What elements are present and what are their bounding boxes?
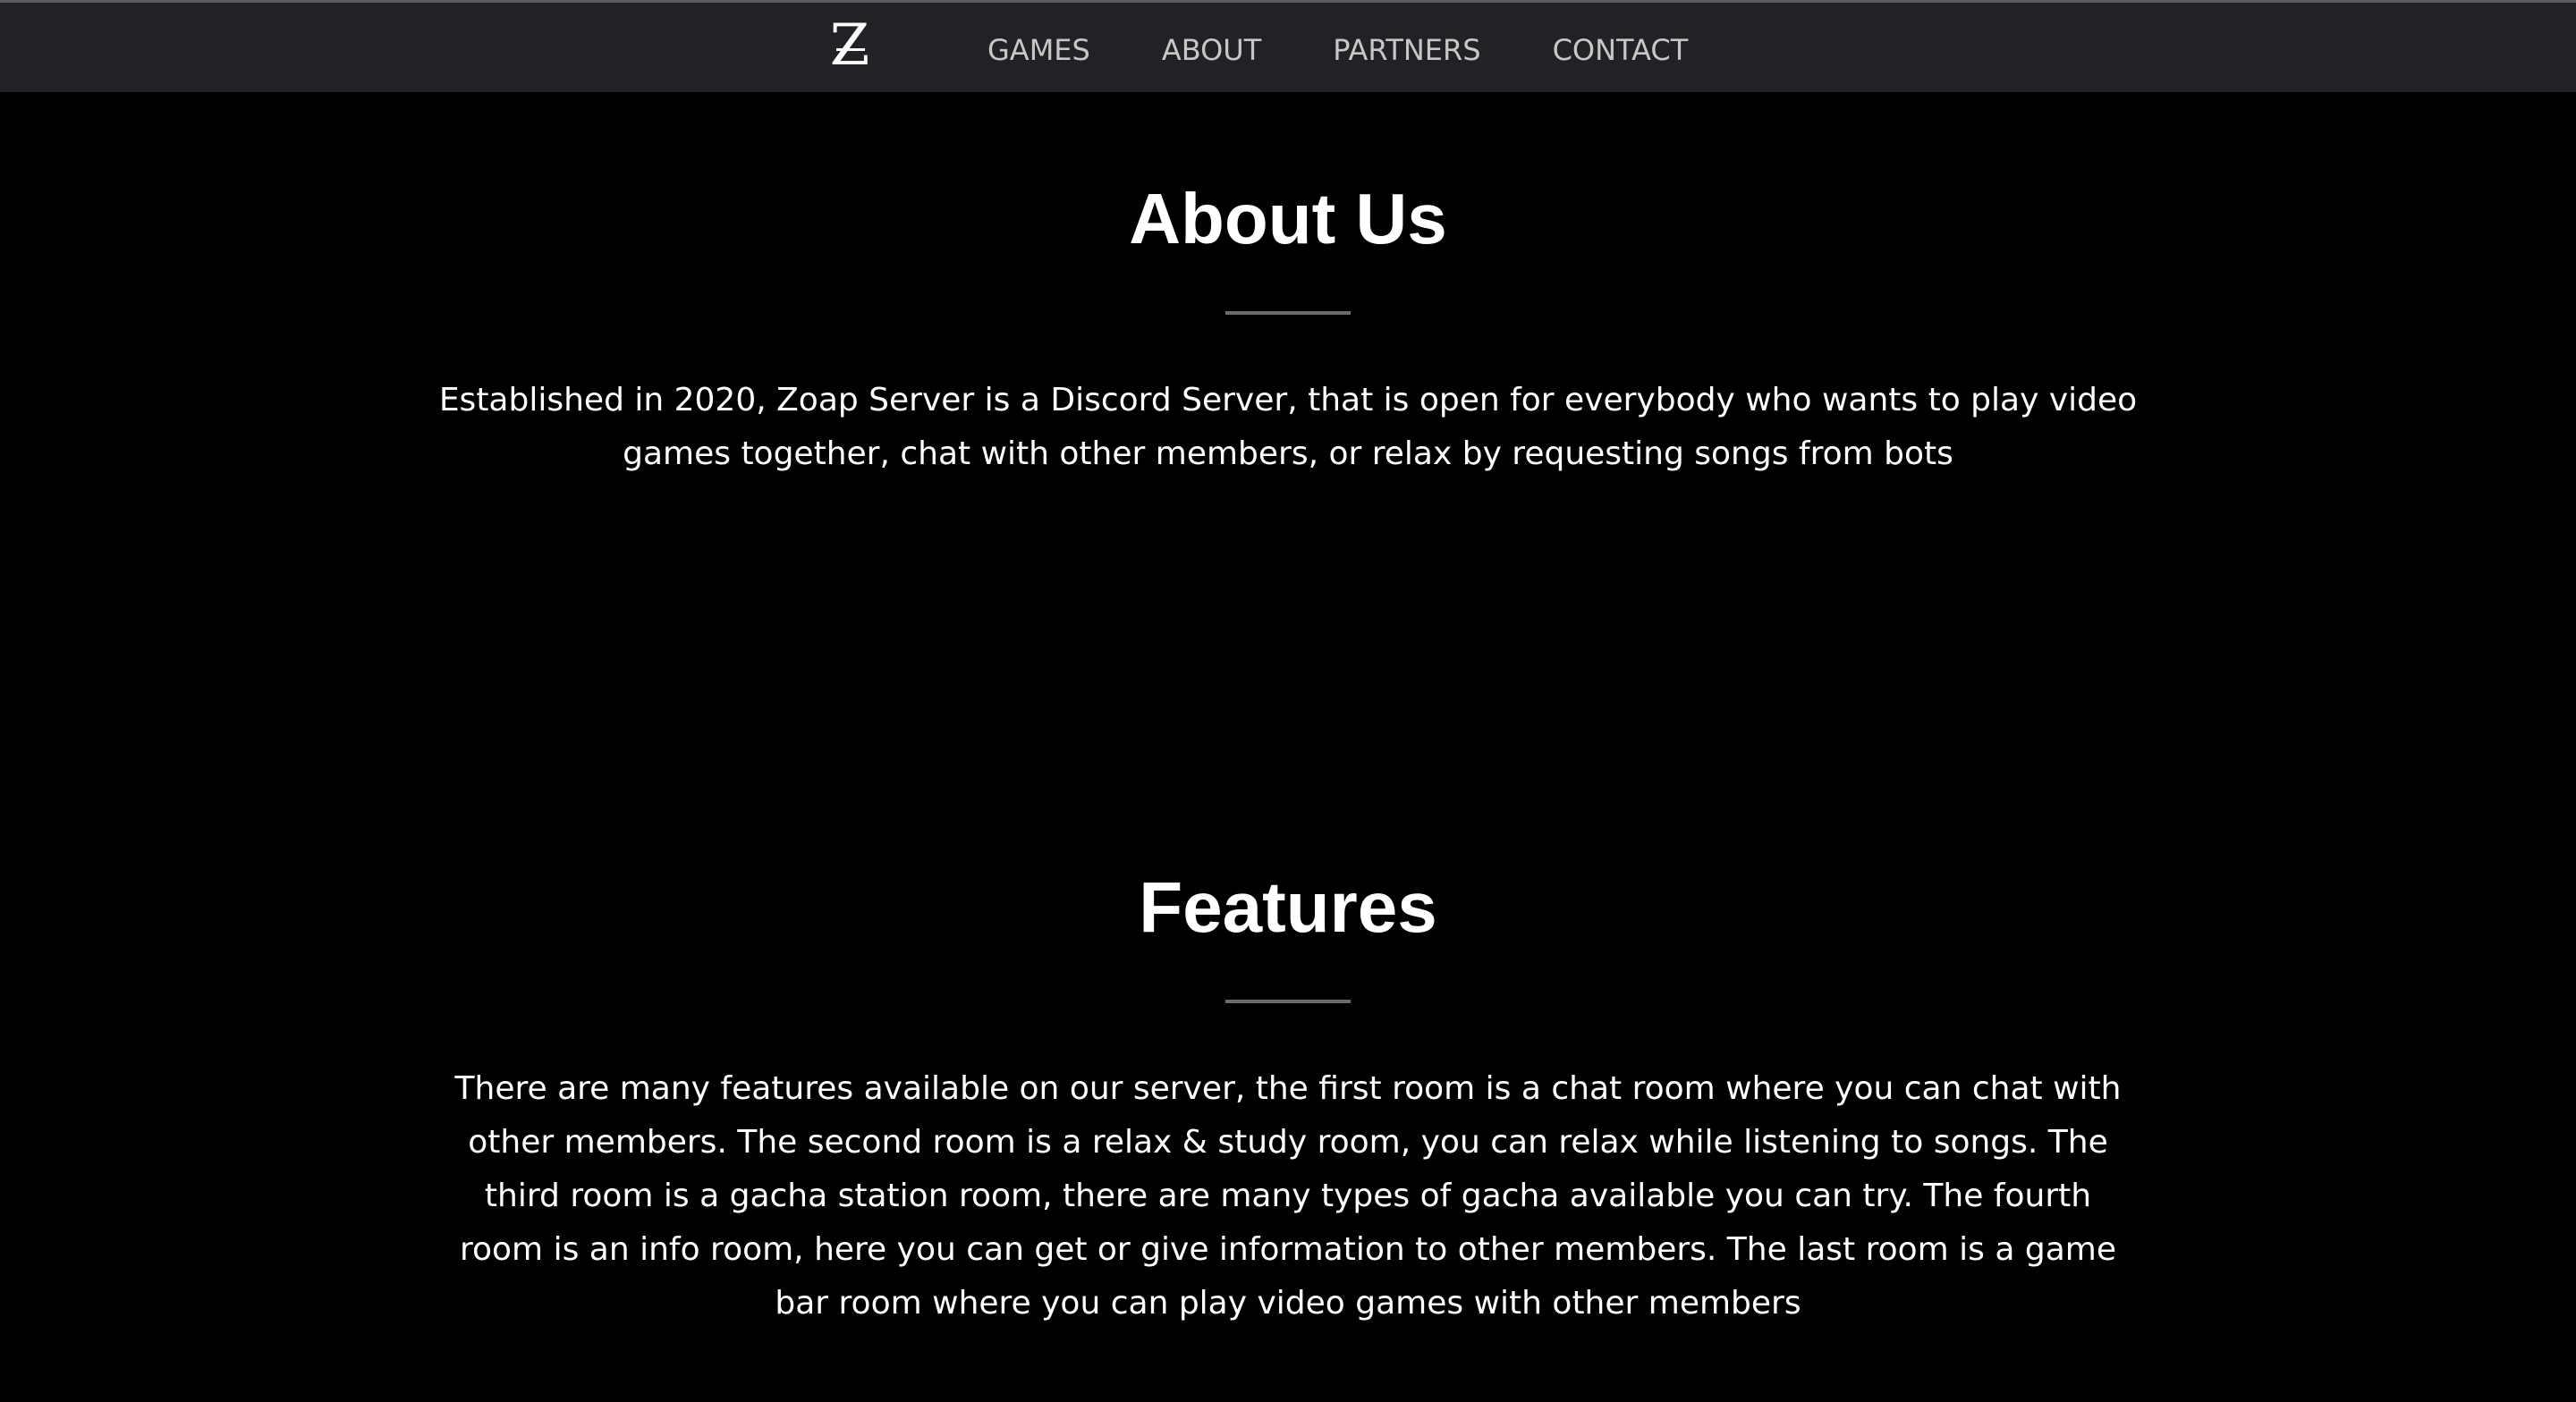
nav-link-games[interactable]: GAMES (987, 28, 1090, 72)
nav-link-about[interactable]: ABOUT (1162, 28, 1261, 72)
nav-link-partners[interactable]: PARTNERS (1333, 28, 1480, 72)
navbar: Z GAMES ABOUT PARTNERS CONTACT (0, 3, 2576, 92)
about-divider (1225, 311, 1351, 315)
about-title: About Us (1129, 179, 1447, 258)
features-title: Features (1139, 867, 1437, 947)
features-body: There are many features available on our… (454, 1070, 2122, 1322)
nav-link-contact[interactable]: CONTACT (1553, 28, 1689, 72)
logo-crossbar (836, 48, 865, 51)
about-body: Established in 2020, Zoap Server is a Di… (438, 382, 2138, 472)
about-section: About Us Established in 2020, Zoap Serve… (0, 174, 2576, 481)
features-section: Features There are many features availab… (0, 863, 2576, 1330)
features-divider (1225, 1000, 1351, 1003)
site-logo[interactable]: Z (828, 17, 871, 74)
nav-links: GAMES ABOUT PARTNERS CONTACT (987, 28, 1688, 72)
